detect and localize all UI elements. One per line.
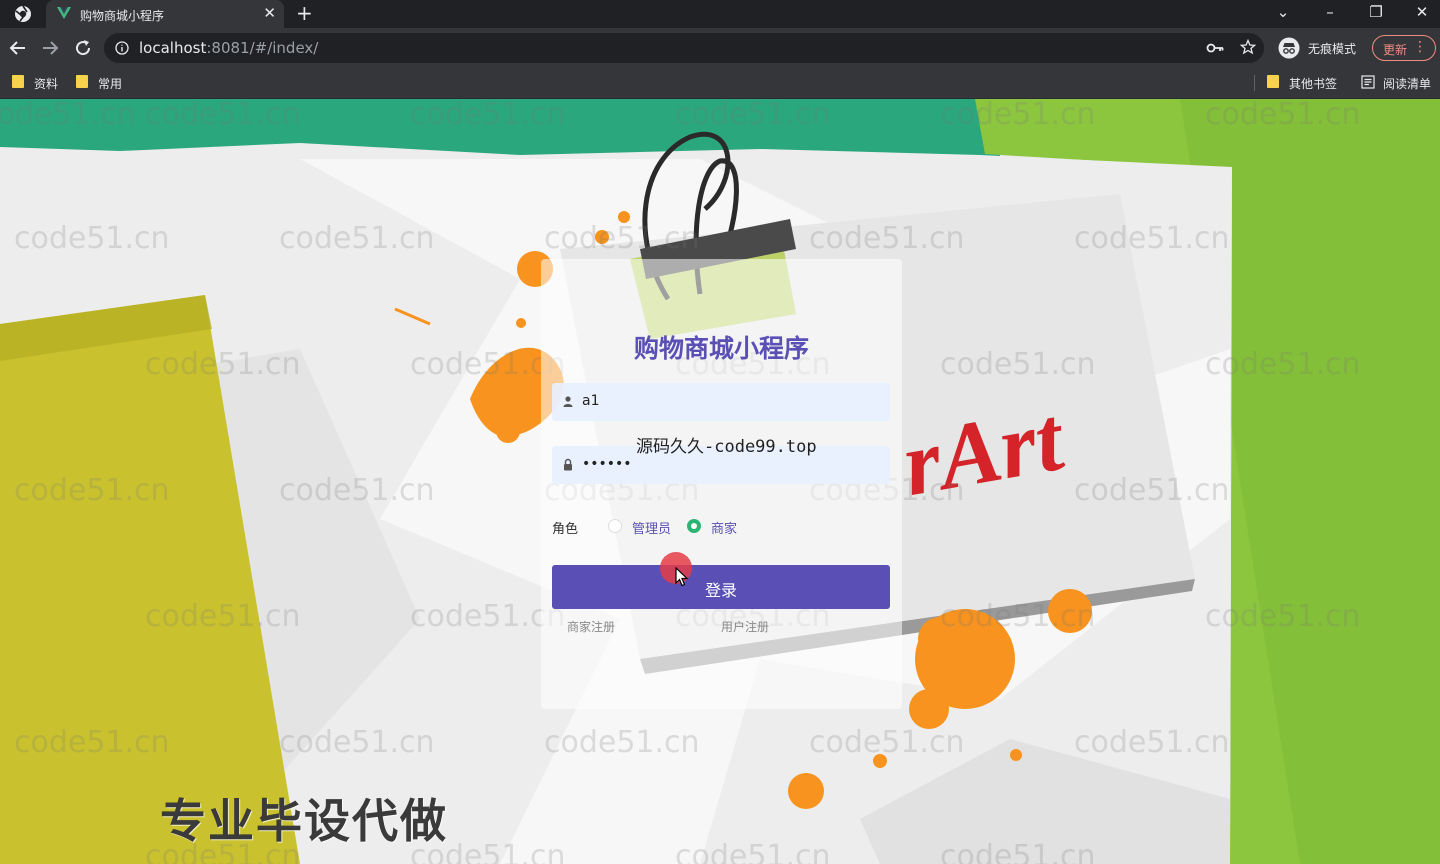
restore-icon[interactable]: ❐ xyxy=(1361,2,1391,22)
vue-favicon-icon xyxy=(57,7,71,19)
reload-icon[interactable] xyxy=(72,37,94,59)
window-close-icon[interactable]: ✕ xyxy=(1407,2,1437,22)
site-info-icon[interactable] xyxy=(115,41,129,55)
role-selector: 角色 管理员 商家 xyxy=(552,516,890,537)
username-field[interactable]: a1 xyxy=(552,383,890,421)
role-label-merchant[interactable]: 商家 xyxy=(711,518,737,537)
login-card: 购物商城小程序 a1 •••••• 角色 管理员 商家 登录 商家注册 用户注册 xyxy=(541,259,902,709)
login-button[interactable]: 登录 xyxy=(552,565,890,609)
tab-close-icon[interactable]: ✕ xyxy=(263,4,276,22)
folder-icon xyxy=(12,75,24,88)
tab-bar: 购物商城小程序 ✕ + ⌄ – ❐ ✕ xyxy=(0,0,1440,28)
user-icon xyxy=(563,396,573,407)
login-button-label: 登录 xyxy=(704,581,737,600)
forward-arrow-icon[interactable] xyxy=(39,37,61,59)
tab-title: 购物商城小程序 xyxy=(80,9,165,23)
merchant-register-link[interactable]: 商家注册 xyxy=(567,618,615,635)
url-text: localhost:8081/#/index/ xyxy=(139,39,319,57)
bookmark-star-icon[interactable] xyxy=(1240,39,1256,55)
password-value: •••••• xyxy=(582,456,632,472)
browser-toolbar: localhost:8081/#/index/ 无痕模式 更新 ⋮ xyxy=(0,28,1440,68)
back-arrow-icon[interactable] xyxy=(7,37,29,59)
bookmark-label: 阅读清单 xyxy=(1383,77,1432,91)
bookmark-label: 常用 xyxy=(98,77,123,91)
update-button[interactable]: 更新 ⋮ xyxy=(1372,35,1436,61)
login-title: 购物商城小程序 xyxy=(633,334,809,363)
minimize-icon[interactable]: – xyxy=(1315,2,1345,22)
mouse-cursor-icon xyxy=(675,567,689,587)
folder-icon xyxy=(76,75,88,88)
bottom-banner-text: 专业毕设代做 xyxy=(160,794,448,848)
page-viewport: rArt code51.cn code51.cn code51.cn code5… xyxy=(0,99,1440,864)
role-radio-admin[interactable] xyxy=(608,519,622,533)
role-label-admin[interactable]: 管理员 xyxy=(632,518,671,537)
tab-search-chevron-icon[interactable]: ⌄ xyxy=(1268,2,1298,22)
new-tab-icon[interactable]: + xyxy=(296,2,313,24)
folder-icon xyxy=(1267,75,1279,88)
lock-icon xyxy=(564,458,572,471)
browser-tab-active[interactable]: 购物商城小程序 ✕ xyxy=(46,0,284,28)
browser-logo-icon[interactable] xyxy=(14,5,32,23)
role-radio-merchant[interactable] xyxy=(687,519,701,533)
update-label: 更新 xyxy=(1383,43,1408,57)
reading-list-icon xyxy=(1361,75,1375,89)
bookmark-label: 资料 xyxy=(34,77,59,91)
user-register-link[interactable]: 用户注册 xyxy=(721,618,769,635)
password-key-icon[interactable] xyxy=(1206,41,1224,55)
bookmarks-divider xyxy=(1254,75,1255,91)
incognito-label: 无痕模式 xyxy=(1308,42,1357,56)
username-value: a1 xyxy=(582,393,600,409)
source-watermark-text: 源码久久-code99.top xyxy=(636,437,817,457)
address-bar[interactable]: localhost:8081/#/index/ xyxy=(104,33,1264,63)
role-label: 角色 xyxy=(552,522,579,537)
bookmarks-bar: 资料 常用 其他书签 阅读清单 xyxy=(0,68,1440,99)
menu-dots-icon[interactable]: ⋮ xyxy=(1413,39,1427,55)
bookmark-label: 其他书签 xyxy=(1289,77,1338,91)
incognito-indicator[interactable]: 无痕模式 xyxy=(1274,33,1366,63)
incognito-icon xyxy=(1278,37,1300,59)
